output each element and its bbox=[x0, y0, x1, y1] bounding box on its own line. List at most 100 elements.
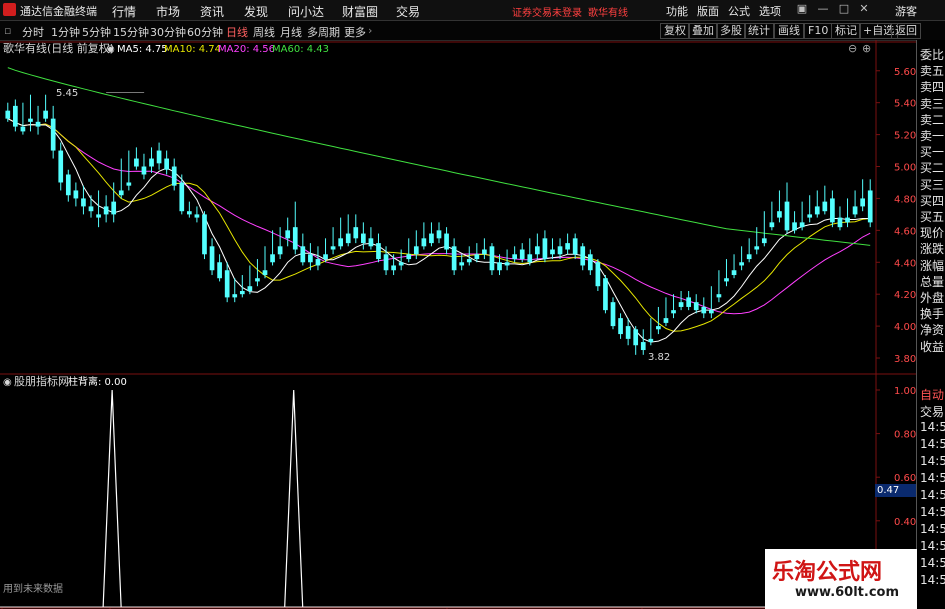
candle-down bbox=[323, 254, 328, 260]
candle-down bbox=[217, 262, 222, 279]
candle-down bbox=[20, 126, 26, 132]
candle-down bbox=[814, 206, 820, 215]
menu-news[interactable]: 资讯 bbox=[200, 3, 224, 20]
back-button[interactable]: 返回 bbox=[891, 23, 921, 39]
candle-down bbox=[746, 254, 752, 260]
indicator-series bbox=[0, 389, 876, 608]
quote-field-label: 现价 bbox=[920, 226, 945, 241]
candle-down bbox=[330, 246, 336, 250]
price-tick-label: 4.60 bbox=[894, 226, 916, 237]
indicator-title: 股朋指标网 bbox=[14, 374, 69, 388]
multi-stock-button[interactable]: 多股 bbox=[716, 23, 746, 39]
tab-intraday[interactable]: 分时 bbox=[22, 24, 44, 40]
quote-field-label: 外盘 bbox=[920, 291, 945, 305]
low-price-label: 3.82 bbox=[648, 352, 670, 363]
candle-down bbox=[693, 302, 699, 311]
candle-down bbox=[35, 121, 41, 127]
candle-down bbox=[799, 222, 805, 228]
candle-down bbox=[603, 278, 608, 311]
trade-time-label: 14:56 bbox=[920, 573, 945, 587]
tab-more[interactable]: 更多 bbox=[344, 24, 366, 40]
minimize-icon[interactable]: — bbox=[816, 2, 830, 16]
candle-down bbox=[28, 118, 33, 122]
candle-down bbox=[565, 243, 570, 250]
candle-down bbox=[239, 290, 245, 295]
trade-login-notice[interactable]: 证券交易未登录 bbox=[512, 4, 582, 19]
indicator-tick-label: 0.40 bbox=[894, 517, 916, 528]
candle-down bbox=[429, 233, 434, 244]
quote-field-label: 卖四 bbox=[920, 80, 945, 95]
candle-down bbox=[300, 246, 306, 263]
quote-field-label: 买三 bbox=[920, 177, 945, 192]
draw-line-button[interactable]: 画线 bbox=[774, 23, 804, 39]
candle-down bbox=[413, 246, 419, 255]
chart-zoom-out-icon[interactable]: ⊖ bbox=[848, 42, 857, 55]
menu-market[interactable]: 市场 bbox=[156, 3, 180, 20]
candle-down bbox=[822, 201, 828, 212]
candle-down bbox=[618, 318, 623, 335]
candle-down bbox=[852, 206, 858, 215]
candle-down bbox=[527, 254, 533, 263]
candle-down bbox=[580, 246, 586, 266]
menu-options[interactable]: 选项 bbox=[759, 3, 781, 19]
statistics-button[interactable]: 统计 bbox=[744, 23, 774, 39]
trade-time-label: 14:56 bbox=[920, 471, 945, 485]
candle-down bbox=[391, 265, 396, 271]
ma-settings-icon[interactable]: ◉ bbox=[106, 44, 115, 55]
candle-down bbox=[88, 206, 94, 212]
more-chevron-icon[interactable]: › bbox=[368, 24, 372, 37]
menu-trade[interactable]: 交易 bbox=[396, 3, 420, 20]
ma20-line bbox=[7, 118, 871, 315]
adjust-button[interactable]: 复权 bbox=[660, 23, 690, 39]
candle-down bbox=[451, 246, 457, 271]
quote-field-label: 买五 bbox=[920, 210, 945, 224]
tab-1min[interactable]: 1分钟 bbox=[51, 24, 80, 40]
menu-assistant[interactable]: 问小达 bbox=[288, 3, 324, 20]
menu-layout[interactable]: 版面 bbox=[697, 3, 719, 19]
f10-button[interactable]: F10 bbox=[804, 23, 833, 39]
close-icon[interactable]: ✕ bbox=[857, 2, 871, 16]
period-toolbar: ▫ 分时 1分钟 5分钟 15分钟 30分钟 60分钟 日线 周线 月线 多周期… bbox=[0, 21, 945, 41]
quote-field-label: 涨幅 bbox=[920, 258, 945, 273]
tab-5min[interactable]: 5分钟 bbox=[82, 24, 111, 40]
tab-60min[interactable]: 60分钟 bbox=[187, 24, 223, 40]
tab-15min[interactable]: 15分钟 bbox=[113, 24, 149, 40]
candle-down bbox=[141, 166, 147, 175]
candle-down bbox=[50, 118, 56, 151]
overlay-button[interactable]: 叠加 bbox=[688, 23, 718, 39]
price-tick-label: 3.80 bbox=[894, 354, 916, 365]
trade-time-label: 14:56 bbox=[920, 488, 945, 502]
indicator-settings-icon[interactable]: ◉ bbox=[3, 377, 12, 388]
tab-30min[interactable]: 30分钟 bbox=[150, 24, 186, 40]
candle-down bbox=[58, 150, 64, 183]
candle-down bbox=[353, 227, 359, 239]
menu-discover[interactable]: 发现 bbox=[244, 3, 268, 20]
menu-formula[interactable]: 公式 bbox=[728, 3, 750, 19]
maximize-icon[interactable]: □ bbox=[837, 2, 851, 16]
candle-down bbox=[686, 297, 691, 307]
tab-multi-period[interactable]: 多周期 bbox=[307, 24, 340, 40]
restore-icon[interactable]: ▣ bbox=[795, 2, 809, 16]
user-guest[interactable]: 游客 bbox=[895, 3, 917, 19]
price-tick-label: 5.40 bbox=[894, 99, 916, 110]
tab-weekly[interactable]: 周线 bbox=[253, 24, 275, 40]
tab-daily[interactable]: 日线 bbox=[226, 24, 248, 40]
candle-down bbox=[202, 214, 207, 255]
candle-down bbox=[436, 230, 442, 239]
tab-monthly[interactable]: 月线 bbox=[280, 24, 302, 40]
menu-functions[interactable]: 功能 bbox=[666, 3, 688, 19]
mark-button[interactable]: 标记 bbox=[831, 23, 861, 39]
price-axis: 5.60 5.40 5.20 5.00 4.80 4.60 4.40 4.20 4.00 3.80 bbox=[876, 67, 916, 365]
kline-chart[interactable]: 歌华有线(日线 前复权) ◉ MA5: 4.75 MA10: 4.74 MA20… bbox=[0, 40, 916, 609]
menu-quotes[interactable]: 行情 bbox=[112, 3, 136, 20]
candle-down bbox=[171, 166, 177, 186]
chart-zoom-in-icon[interactable]: ⊕ bbox=[862, 42, 871, 55]
candle-down bbox=[444, 233, 449, 250]
candle-down bbox=[194, 214, 200, 218]
candle-down bbox=[716, 294, 722, 298]
candle-down bbox=[232, 294, 238, 298]
candle-down bbox=[179, 182, 185, 212]
candle-down bbox=[383, 254, 389, 271]
menu-wealth-circle[interactable]: 财富圈 bbox=[342, 3, 378, 20]
toolbar-toggle-icon[interactable]: ▫ bbox=[4, 24, 11, 37]
